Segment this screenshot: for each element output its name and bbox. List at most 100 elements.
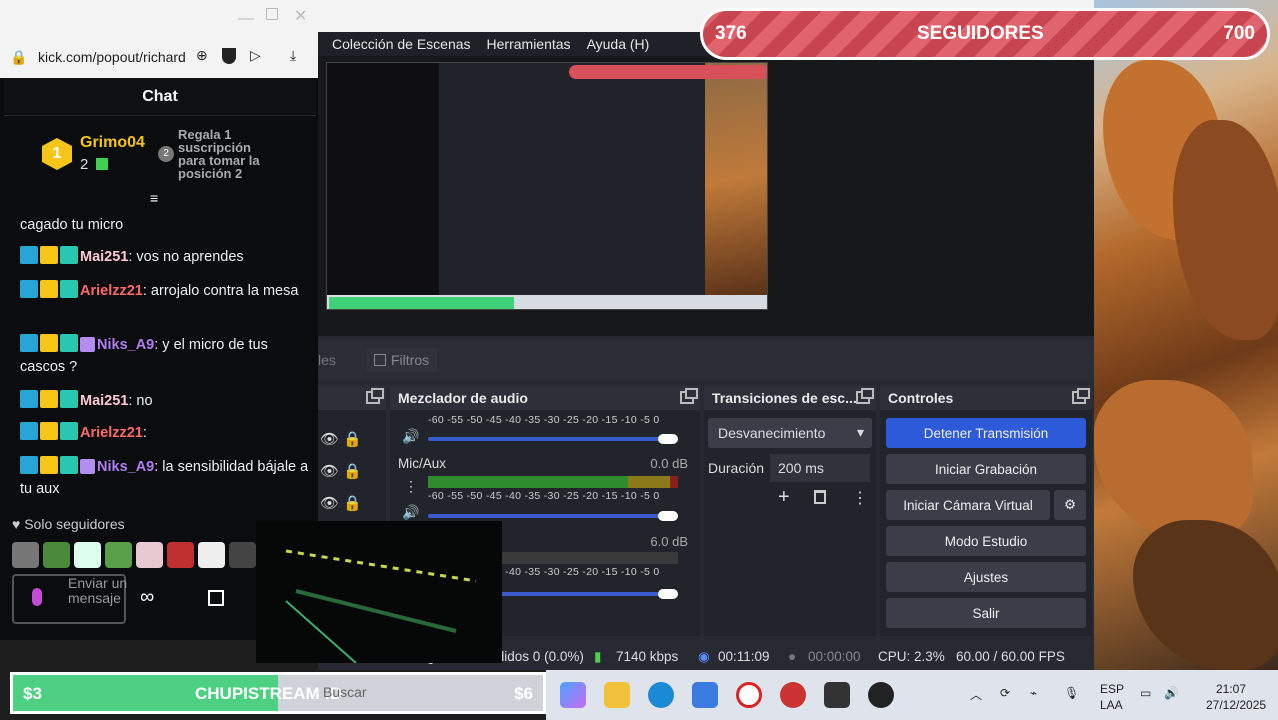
chat-username[interactable]: Arielzz21	[80, 283, 143, 299]
shield-icon[interactable]	[222, 48, 236, 64]
audio-mixer-title: Mezclador de audio	[398, 390, 528, 406]
chat-username[interactable]: Arielzz21	[80, 425, 143, 441]
audio-mixer-header: Mezclador de audio	[390, 386, 700, 410]
display-icon[interactable]: ▭	[1140, 686, 1151, 700]
float-icon[interactable]	[1072, 388, 1090, 404]
transition-select[interactable]: Desvanecimiento ▾	[708, 418, 872, 448]
exit-button[interactable]: Salir	[886, 598, 1086, 628]
copilot-icon[interactable]	[560, 682, 586, 708]
sub-goal-right: $6	[514, 684, 533, 703]
app-icon[interactable]	[780, 682, 806, 708]
chat-username[interactable]: Mai251	[80, 249, 128, 265]
address-bar[interactable]: 🔒 kick.com/popout/richard ⊕ ▷ ⤓	[0, 38, 318, 78]
start-recording-button[interactable]: Iniciar Grabación	[886, 454, 1086, 484]
url-text[interactable]: kick.com/popout/richard	[38, 49, 186, 65]
user-badge-icon	[20, 246, 38, 264]
user-badge-icon	[40, 246, 58, 264]
studio-mode-button[interactable]: Modo Estudio	[886, 526, 1086, 556]
menu-scene-collection[interactable]: Colección de Escenas	[332, 36, 471, 52]
stop-streaming-button[interactable]: Detener Transmisión	[886, 418, 1086, 448]
opera-icon[interactable]	[736, 682, 762, 708]
network-icon[interactable]: ⌁	[1030, 686, 1037, 700]
volume-icon[interactable]: 🔊	[402, 504, 419, 521]
user-badge-icon	[40, 422, 58, 440]
trash-icon[interactable]	[814, 490, 826, 504]
preview-canvas[interactable]	[318, 56, 1094, 336]
clock-date[interactable]: 27/12/2025	[1206, 698, 1266, 712]
start-virtual-camera-button[interactable]: Iniciar Cámara Virtual	[886, 490, 1050, 520]
float-icon[interactable]	[680, 388, 698, 404]
store-icon[interactable]	[692, 682, 718, 708]
volume-slider[interactable]	[428, 437, 674, 441]
chevron-up-icon[interactable]: ︿	[970, 686, 982, 703]
user-badge-icon	[80, 337, 95, 352]
sync-icon[interactable]: ⟳	[1000, 686, 1010, 700]
send-icon[interactable]: ▷	[250, 47, 261, 64]
volume-slider-knob[interactable]	[658, 434, 678, 444]
volume-slider-knob[interactable]	[658, 511, 678, 521]
user-badge-icon	[60, 246, 78, 264]
obs-icon[interactable]	[868, 682, 894, 708]
transitions-dock: Transiciones de esc... Desvanecimiento ▾…	[704, 386, 876, 636]
volume-slider[interactable]	[428, 514, 674, 518]
filter-icon	[374, 354, 386, 366]
message-placeholder: Enviar un mensaje	[68, 575, 128, 606]
edge-icon[interactable]	[648, 682, 674, 708]
maximize-icon[interactable]	[266, 8, 278, 20]
chat-username[interactable]: Niks_A9	[97, 337, 154, 353]
channel-menu-icon[interactable]: ⋮	[404, 478, 418, 495]
transition-select-value: Desvanecimiento	[718, 425, 826, 441]
chat-username[interactable]: Mai251	[80, 393, 128, 409]
leader-name[interactable]: Grimo04	[80, 134, 145, 152]
rank-2-badge: 2	[158, 146, 174, 162]
add-icon[interactable]: +	[778, 486, 790, 509]
zoom-icon[interactable]: ⊕	[196, 47, 208, 64]
float-icon[interactable]	[856, 388, 874, 404]
microphone-icon[interactable]: 🎙	[1064, 686, 1079, 700]
user-badge-icon	[20, 422, 38, 440]
language-bottom[interactable]: LAA	[1100, 698, 1123, 712]
fps: 60.00 / 60.00 FPS	[956, 649, 1065, 664]
chat-message: Arielzz21: arrojalo contra la mesa	[20, 280, 310, 302]
store-icon[interactable]	[208, 590, 224, 606]
follower-current: 376	[715, 23, 747, 44]
microphone-icon[interactable]	[32, 588, 42, 606]
close-icon[interactable]: ✕	[294, 6, 307, 26]
language-top[interactable]: ESP	[1100, 682, 1124, 696]
chat-username[interactable]: Niks_A9	[97, 459, 154, 475]
user-badge-icon	[60, 422, 78, 440]
chat-text: :	[142, 425, 147, 441]
minimize-icon[interactable]: —	[238, 10, 254, 28]
menu-tools[interactable]: Herramientas	[487, 36, 571, 52]
user-badge-icon	[20, 280, 38, 298]
visibility-lock-icons[interactable]: 👁 🔒 👁 🔒 👁 🔒	[320, 424, 362, 520]
duration-input[interactable]: 200 ms	[770, 454, 870, 482]
gear-icon[interactable]: ⚙	[1054, 490, 1086, 520]
menu-help[interactable]: Ayuda (H)	[587, 36, 650, 52]
float-icon[interactable]	[366, 388, 384, 404]
emote-picker-icon[interactable]: ∞	[140, 586, 154, 609]
emote-row[interactable]	[12, 542, 256, 568]
source-tabs: les Filtros	[318, 340, 1094, 380]
volume-slider-knob[interactable]	[658, 589, 678, 599]
heart-icon: ♥	[12, 516, 21, 532]
download-icon[interactable]: ⤓	[290, 47, 296, 64]
message-input[interactable]: Enviar un mensaje	[12, 574, 128, 624]
tab-scenes[interactable]: les	[318, 352, 336, 368]
chat-message: Niks_A9: y el micro de tus cascos ?	[20, 334, 310, 378]
menu-dots-icon[interactable]: ⋮	[852, 488, 868, 508]
tab-filters-label: Filtros	[391, 352, 430, 368]
volume-icon[interactable]: 🔊	[402, 428, 419, 445]
chat-message: Mai251: no	[20, 390, 310, 412]
file-explorer-icon[interactable]	[604, 682, 630, 708]
rock-shape	[1093, 380, 1253, 540]
scroll-down-icon[interactable]: ≡	[150, 190, 158, 206]
app-icon[interactable]	[824, 682, 850, 708]
tab-filters[interactable]: Filtros	[366, 348, 438, 372]
user-badge-icon	[40, 390, 58, 408]
clock-time[interactable]: 21:07	[1216, 682, 1246, 696]
settings-button[interactable]: Ajustes	[886, 562, 1086, 592]
volume-icon[interactable]: 🔊	[1164, 686, 1179, 700]
search-placeholder[interactable]: Buscar	[323, 684, 367, 700]
transitions-title: Transiciones de esc...	[712, 390, 857, 406]
